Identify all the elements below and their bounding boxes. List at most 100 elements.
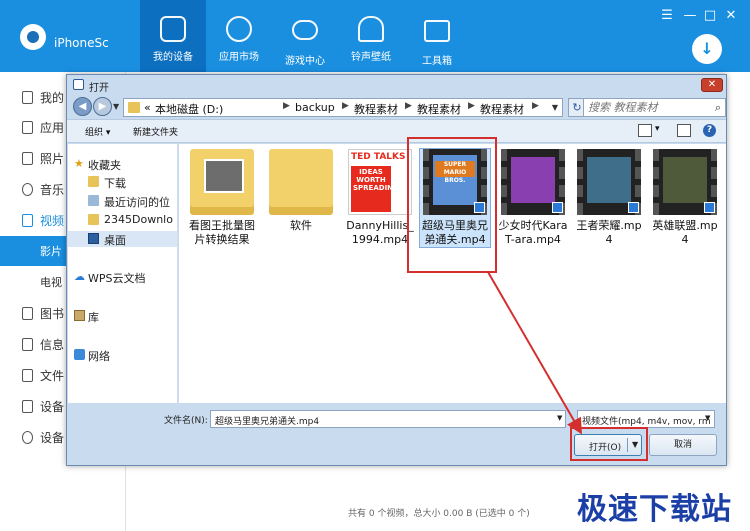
nav-item-favorites[interactable]: ★ 收藏夹 xyxy=(68,156,177,172)
folder-icon xyxy=(190,149,254,215)
dialog-toolbar: 组织 ▾ 新建文件夹 ▾ ? xyxy=(67,119,726,143)
menu-icon[interactable]: ☰ xyxy=(660,8,674,23)
address-bar[interactable]: « 本地磁盘 (D:) ▶ backup ▶ 教程素材 ▶ 教程素材 ▶ 教程素… xyxy=(123,98,563,117)
breadcrumb-folder-2[interactable]: 教程素材 xyxy=(417,101,461,117)
help-icon[interactable]: ? xyxy=(703,124,716,137)
search-icon[interactable]: ⌕ xyxy=(715,101,721,115)
tab-my-device[interactable]: 我的设备 xyxy=(140,0,206,72)
file-item-dannyhillis[interactable]: TED TALKS IDEAS WORTH SPREADIN DannyHill… xyxy=(344,149,416,247)
search-box[interactable]: ⌕ xyxy=(583,98,726,117)
nav-item-recent-places[interactable]: 最近访问的位 xyxy=(68,193,177,209)
nav-item-wps-cloud[interactable]: ☁ WPS云文档 xyxy=(68,269,177,285)
download-icon[interactable]: ↓ xyxy=(692,34,722,64)
filename-label: 文件名(N): xyxy=(164,416,208,426)
breadcrumb-separator: ▶ xyxy=(468,101,475,111)
tab-toolbox[interactable]: 工具箱 xyxy=(404,0,470,72)
folder-icon xyxy=(88,214,99,225)
address-row: ◀ ▶ ▼ « 本地磁盘 (D:) ▶ backup ▶ 教程素材 ▶ 教程素材… xyxy=(67,95,726,119)
library-icon xyxy=(74,310,85,321)
desktop-icon xyxy=(88,233,99,244)
tab-app-market[interactable]: 应用市场 xyxy=(206,0,272,72)
open-file-dialog: 打开 ✕ ◀ ▶ ▼ « 本地磁盘 (D:) ▶ backup ▶ 教程素材 ▶… xyxy=(66,74,727,466)
book-icon xyxy=(22,307,33,320)
network-icon xyxy=(74,349,85,360)
device-icon xyxy=(22,400,33,413)
tab-game-center[interactable]: 游戏中心 xyxy=(272,0,338,72)
folder-icon xyxy=(269,149,333,215)
video-file-icon xyxy=(628,202,639,213)
back-button[interactable]: ◀ xyxy=(73,97,92,116)
tab-ringtone-wallpaper[interactable]: 铃声壁纸 xyxy=(338,0,404,72)
video-thumbnail xyxy=(653,149,717,215)
new-folder-button[interactable]: 新建文件夹 xyxy=(133,125,178,138)
cancel-button[interactable]: 取消 xyxy=(649,434,717,456)
video-thumbnail xyxy=(577,149,641,215)
filetype-dropdown-icon[interactable]: ▼ xyxy=(705,414,710,422)
file-icon xyxy=(22,369,33,382)
organize-button[interactable]: 组织 ▾ xyxy=(85,125,110,138)
breadcrumb-separator: ▶ xyxy=(342,101,349,111)
toolbox-icon xyxy=(424,20,450,42)
star-icon: ★ xyxy=(74,157,84,170)
nav-item-downloads[interactable]: 下载 xyxy=(68,174,177,190)
bell-icon xyxy=(358,16,384,42)
video-icon xyxy=(22,214,33,227)
dialog-icon xyxy=(73,79,84,90)
cloud-icon: ☁ xyxy=(74,270,85,283)
phone-icon xyxy=(160,16,186,42)
video-file-icon xyxy=(704,202,715,213)
nav-item-desktop[interactable]: 桌面 xyxy=(68,231,177,247)
app-header: iPhoneSc 我的设备 应用市场 游戏中心 铃声壁纸 工具箱 ☰ — □ ✕… xyxy=(0,0,750,72)
view-dropdown-icon[interactable]: ▾ xyxy=(655,124,660,134)
device-selector[interactable]: iPhoneSc xyxy=(54,36,109,50)
preview-pane-icon[interactable] xyxy=(677,124,691,137)
file-item-folder-picture-results[interactable]: 看图王批量图片转换结果 xyxy=(186,149,258,247)
video-thumbnail xyxy=(501,149,565,215)
dialog-close-button[interactable]: ✕ xyxy=(701,78,723,92)
nav-item-libraries[interactable]: 库 xyxy=(68,308,177,324)
file-item-girls-generation[interactable]: 少女时代KaraT-ara.mp4 xyxy=(497,149,569,247)
breadcrumb-drive[interactable]: 本地磁盘 (D:) xyxy=(155,101,223,117)
video-file-icon xyxy=(552,202,563,213)
apps-icon xyxy=(22,121,33,134)
status-text: 共有 0 个视频，总大小 0.00 B (已选中 0 个) xyxy=(348,509,530,519)
file-item-honor-of-kings[interactable]: 王者荣耀.mp4 xyxy=(573,149,645,247)
breadcrumb-overflow[interactable]: « xyxy=(144,101,151,114)
dialog-title-bar[interactable]: 打开 ✕ xyxy=(67,75,726,95)
address-dropdown-icon[interactable]: ▼ xyxy=(552,103,558,112)
breadcrumb-folder-3[interactable]: 教程素材 xyxy=(480,101,524,117)
breadcrumb-separator: ▶ xyxy=(532,101,539,111)
view-options-icon[interactable] xyxy=(638,124,652,137)
nav-item-2345downloads[interactable]: 2345Downlo xyxy=(68,212,177,228)
filename-input[interactable]: 超级马里奥兄弟通关.mp4 xyxy=(210,410,566,428)
phone-icon xyxy=(22,91,33,104)
filename-dropdown-icon[interactable]: ▼ xyxy=(557,414,562,422)
gamepad-icon xyxy=(292,20,318,40)
apps-icon xyxy=(226,16,252,42)
nav-item-network[interactable]: 网络 xyxy=(68,347,177,363)
dialog-title: 打开 xyxy=(89,83,109,94)
folder-icon xyxy=(128,102,140,113)
recent-places-icon xyxy=(88,195,99,206)
photo-icon xyxy=(22,152,33,165)
maximize-button[interactable]: □ xyxy=(703,8,717,23)
video-thumbnail: TED TALKS IDEAS WORTH SPREADIN xyxy=(348,149,412,215)
minimize-button[interactable]: — xyxy=(683,8,697,23)
breadcrumb-folder-1[interactable]: 教程素材 xyxy=(354,101,398,117)
download-folder-icon xyxy=(88,176,99,187)
filetype-select[interactable]: 视频文件(mp4, m4v, mov, rm xyxy=(577,410,715,428)
music-icon xyxy=(22,183,33,196)
breadcrumb-separator: ▶ xyxy=(283,101,290,111)
message-icon xyxy=(22,338,33,351)
search-input[interactable] xyxy=(584,99,702,116)
settings-icon xyxy=(22,431,33,444)
file-item-folder-software[interactable]: 软件 xyxy=(265,149,337,233)
file-item-league-of-legends[interactable]: 英雄联盟.mp4 xyxy=(649,149,721,247)
watermark: 极速下载站 xyxy=(577,492,732,527)
history-dropdown[interactable]: ▼ xyxy=(113,102,119,111)
close-window-button[interactable]: ✕ xyxy=(724,8,738,23)
highlight-selected-file xyxy=(407,137,497,273)
highlight-open-button xyxy=(570,427,648,461)
breadcrumb-backup[interactable]: backup xyxy=(295,101,335,114)
forward-button[interactable]: ▶ xyxy=(93,97,112,116)
